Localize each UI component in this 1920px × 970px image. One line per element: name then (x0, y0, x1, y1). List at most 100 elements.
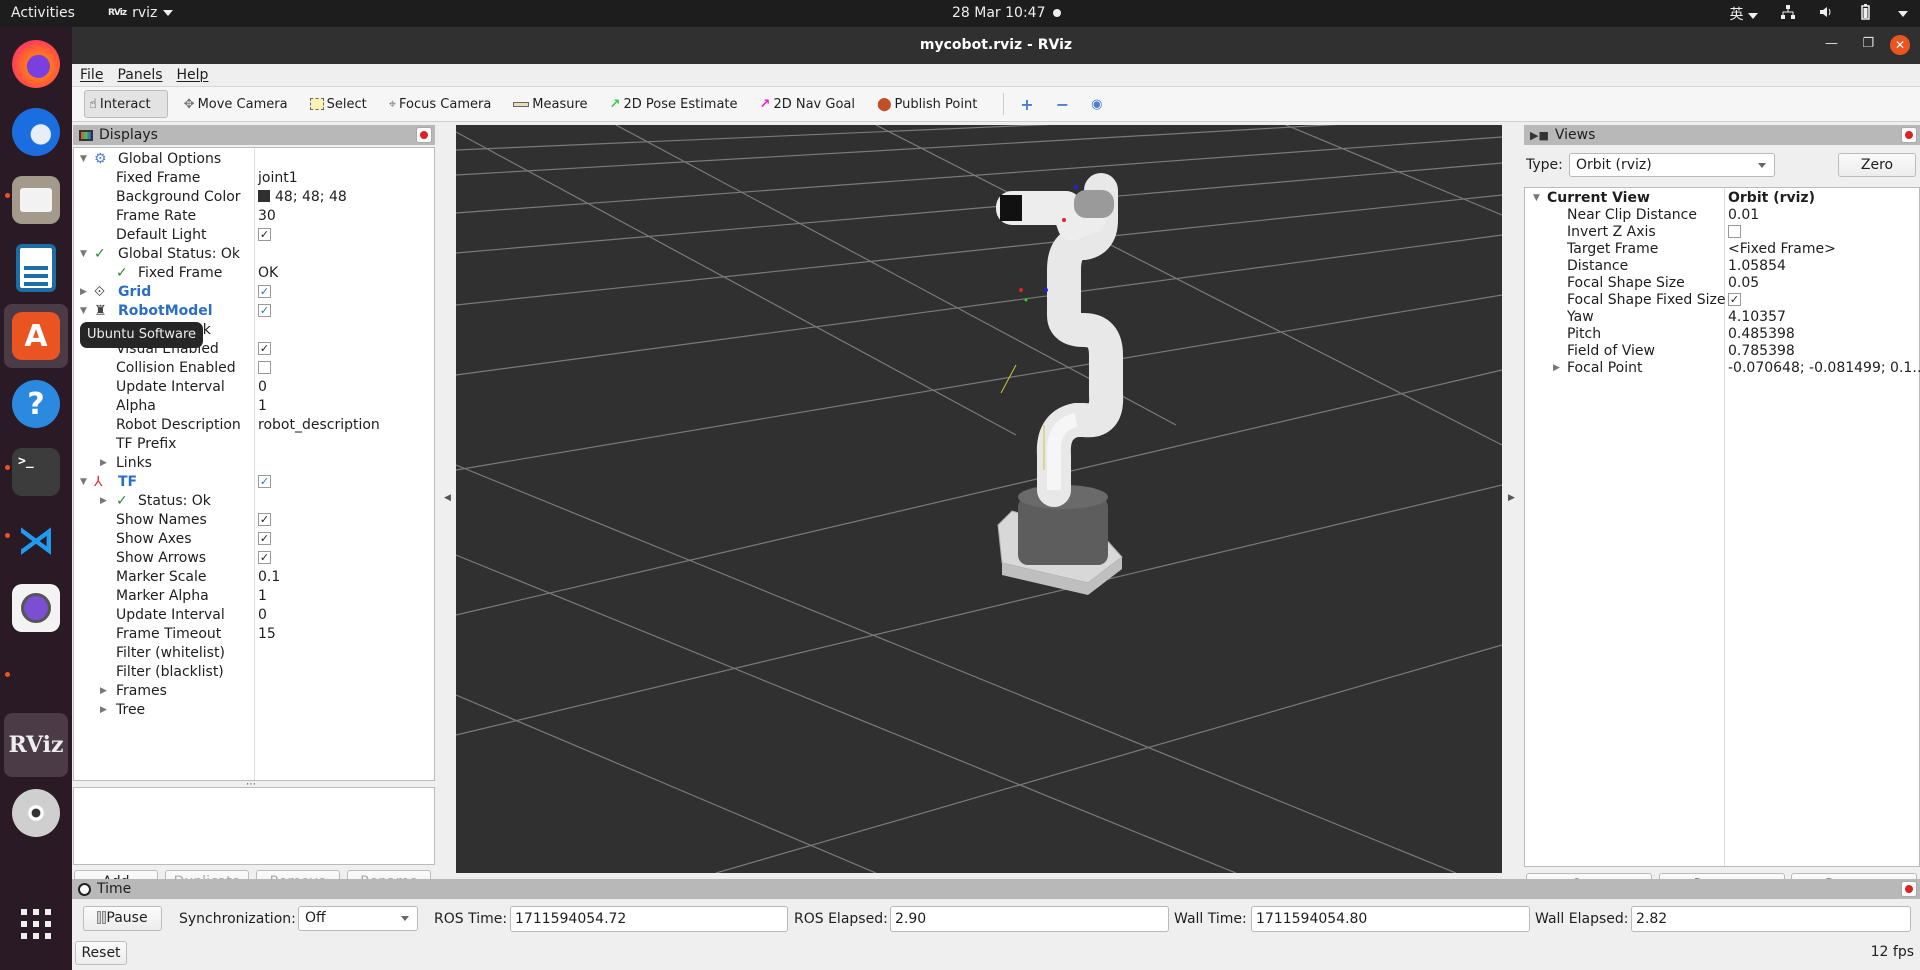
3d-viewport[interactable] (456, 125, 1502, 873)
tool-measure[interactable]: Measure (507, 90, 593, 118)
display-property-row[interactable]: ▼ ♜ RobotModel ✓ (74, 302, 434, 321)
dock-camera[interactable] (4, 576, 68, 640)
checkbox[interactable]: ✓ (258, 512, 271, 526)
dock-help[interactable]: ? (4, 372, 68, 436)
display-property-row[interactable]: ▶ Tree (74, 701, 434, 720)
wall-elapsed-field[interactable]: 2.82 (1631, 906, 1911, 932)
battery-icon[interactable] (1856, 4, 1876, 24)
wall-time-field[interactable]: 1711594054.80 (1251, 906, 1530, 932)
tool-focus-camera[interactable]: ⌖ Focus Camera (383, 90, 498, 118)
display-property-row[interactable]: Background Color 48; 48; 48 (74, 188, 434, 207)
property-value[interactable]: ✓ (258, 283, 271, 302)
view-property-row[interactable]: Distance 1.05854 (1525, 258, 1919, 275)
ros-elapsed-field[interactable]: 2.90 (890, 906, 1169, 932)
display-property-row[interactable]: ▶ Links (74, 454, 434, 473)
property-value[interactable] (1728, 224, 1741, 241)
checkbox[interactable]: ✓ (258, 284, 271, 298)
view-property-row[interactable]: Field of View 0.785398 (1525, 343, 1919, 360)
property-value[interactable]: ✓ (258, 511, 271, 530)
sync-select[interactable]: Off (298, 906, 418, 931)
activities-button[interactable]: Activities (11, 5, 75, 21)
color-swatch[interactable] (258, 190, 270, 202)
checkbox[interactable]: ✓ (258, 550, 271, 564)
view-property-row[interactable]: Focal Shape Fixed Size ✓ (1525, 292, 1919, 309)
view-property-row[interactable]: Near Clip Distance 0.01 (1525, 207, 1919, 224)
remove-tool-button[interactable]: − (1050, 90, 1075, 118)
zero-view-button[interactable]: Zero (1838, 153, 1916, 177)
display-property-row[interactable]: Marker Alpha 1 (74, 587, 434, 606)
window-titlebar[interactable]: mycobot.rviz - RViz — ❐ ✕ (72, 27, 1920, 64)
view-property-row[interactable]: Target Frame <Fixed Frame> (1525, 241, 1919, 258)
views-tree[interactable]: ▼ Current View Orbit (rviz) Near Clip Di… (1524, 187, 1920, 867)
checkbox[interactable]: ✓ (1728, 292, 1741, 306)
close-panel-button[interactable] (1901, 881, 1917, 897)
display-property-row[interactable]: Robot Description robot_description (74, 416, 434, 435)
display-property-row[interactable]: Fixed Frame joint1 (74, 169, 434, 188)
pause-button[interactable]: Pause (83, 906, 162, 931)
close-window-button[interactable]: ✕ (1890, 35, 1910, 55)
display-property-row[interactable]: Frame Rate 30 (74, 207, 434, 226)
property-value[interactable]: ✓ (258, 340, 271, 359)
dock-thunderbird[interactable] (4, 100, 68, 164)
reset-button[interactable]: Reset (75, 941, 127, 965)
dock-terminal[interactable]: >_ (4, 440, 68, 504)
views-panel-header[interactable]: ▶■ Views (1524, 125, 1920, 145)
tool-interact[interactable]: ☝ Interact (84, 90, 168, 118)
display-property-row[interactable]: Show Names ✓ (74, 511, 434, 530)
property-value[interactable]: ✓ (258, 530, 271, 549)
checkbox[interactable]: ✓ (258, 341, 271, 355)
volume-icon[interactable] (1818, 4, 1834, 24)
display-property-row[interactable]: ▼ ⚙ Global Options (74, 150, 434, 169)
display-property-row[interactable]: ▶ Frames (74, 682, 434, 701)
display-property-row[interactable]: ▼ ⅄ TF ✓ (74, 473, 434, 492)
display-property-row[interactable]: Alpha 1 (74, 397, 434, 416)
dock-vscode[interactable]: ⋊ (4, 508, 68, 572)
view-property-row[interactable]: Yaw 4.10357 (1525, 309, 1919, 326)
close-panel-button[interactable] (1901, 127, 1917, 143)
expand-arrow-icon[interactable]: ▶ (1553, 360, 1560, 377)
displays-panel-header[interactable]: Displays (73, 125, 435, 145)
dock-firefox[interactable] (4, 32, 68, 96)
time-panel-header[interactable]: Time (72, 879, 1920, 899)
expand-arrow-icon[interactable]: ▶ (100, 454, 107, 473)
view-property-row[interactable]: Invert Z Axis (1525, 224, 1919, 241)
input-method-indicator[interactable]: 英 (1730, 4, 1758, 24)
checkbox[interactable]: ✓ (258, 303, 271, 317)
property-value[interactable] (258, 359, 271, 378)
tool-select[interactable]: Select (304, 90, 373, 118)
checkbox[interactable]: ✓ (258, 531, 271, 545)
checkbox[interactable] (258, 360, 271, 374)
network-icon[interactable] (1780, 4, 1796, 24)
dock-files[interactable] (4, 168, 68, 232)
collapse-arrow-icon[interactable]: ▼ (80, 302, 87, 321)
expand-arrow-icon[interactable]: ▶ (100, 492, 107, 511)
current-view-row[interactable]: ▼ Current View Orbit (rviz) (1525, 190, 1919, 207)
display-property-row[interactable]: Show Axes ✓ (74, 530, 434, 549)
dock-ubuntu-software[interactable]: A (4, 304, 68, 368)
display-property-row[interactable]: Filter (blacklist) (74, 663, 434, 682)
close-panel-button[interactable] (416, 127, 432, 143)
display-property-row[interactable]: Default Light ✓ (74, 226, 434, 245)
chevron-down-icon[interactable] (1898, 11, 1908, 17)
property-value[interactable]: ✓ (258, 302, 271, 321)
expand-arrow-icon[interactable]: ▶ (80, 283, 87, 302)
show-apps-button[interactable] (4, 892, 68, 956)
property-value[interactable]: ✓ (258, 549, 271, 568)
minimize-button[interactable]: — (1825, 36, 1838, 51)
dock-dvd[interactable] (4, 781, 68, 845)
checkbox[interactable]: ✓ (258, 227, 271, 241)
display-property-row[interactable]: ▶ ✓ Status: Ok (74, 492, 434, 511)
tool-2d-nav-goal[interactable]: ↗ 2D Nav Goal (754, 90, 861, 118)
display-property-row[interactable]: ✓ Fixed Frame OK (74, 264, 434, 283)
dock-writer[interactable] (4, 236, 68, 300)
expand-arrow-icon[interactable]: ▶ (100, 682, 107, 701)
view-property-row[interactable]: ▶ Focal Point -0.070648; -0.081499; 0.1… (1525, 360, 1920, 377)
display-property-row[interactable]: Collision Enabled (74, 359, 434, 378)
display-property-row[interactable]: Update Interval 0 (74, 606, 434, 625)
display-property-row[interactable]: Frame Timeout 15 (74, 625, 434, 644)
maximize-button[interactable]: ❐ (1862, 36, 1874, 51)
property-value[interactable]: ✓ (1728, 292, 1741, 309)
toggle-panels-button[interactable]: ◉ (1085, 90, 1108, 118)
collapse-arrow-icon[interactable]: ▼ (80, 473, 87, 492)
display-property-row[interactable]: ▶ ⟐ Grid ✓ (74, 283, 434, 302)
